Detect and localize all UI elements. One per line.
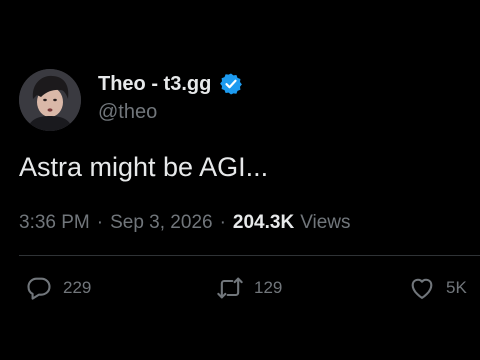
person-avatar-icon [19,69,81,131]
meta-separator: · [96,212,104,233]
like-count: 5K [446,278,467,297]
author-name-row: Theo - t3.gg [98,70,243,98]
retweet-icon [216,274,244,302]
tweet-meta: 3:36 PM · Sep 3, 2026 · 204.3K Views [19,212,351,234]
author-display-name[interactable]: Theo - t3.gg [98,73,211,96]
tweet-date[interactable]: Sep 3, 2026 [110,212,212,234]
like-button[interactable]: 5K [408,274,467,302]
reply-button[interactable]: 229 [25,274,91,302]
tweet-card: Theo - t3.gg @theo Astra might be AGI...… [0,0,480,360]
heart-icon [408,274,436,302]
tweet-text: Astra might be AGI... [19,152,269,182]
views-count: 204.3K [232,212,295,233]
meta-separator: · [219,212,226,233]
reply-count: 229 [63,278,92,297]
divider [19,255,480,256]
retweet-button[interactable]: 129 [216,274,282,302]
reply-icon [25,274,53,302]
retweet-count: 129 [254,278,283,297]
avatar[interactable] [19,69,81,131]
views-label: Views [300,212,351,233]
verified-badge-icon[interactable] [219,72,243,96]
tweet-time[interactable]: 3:36 PM [19,212,90,234]
author-handle[interactable]: @theo [98,101,157,124]
